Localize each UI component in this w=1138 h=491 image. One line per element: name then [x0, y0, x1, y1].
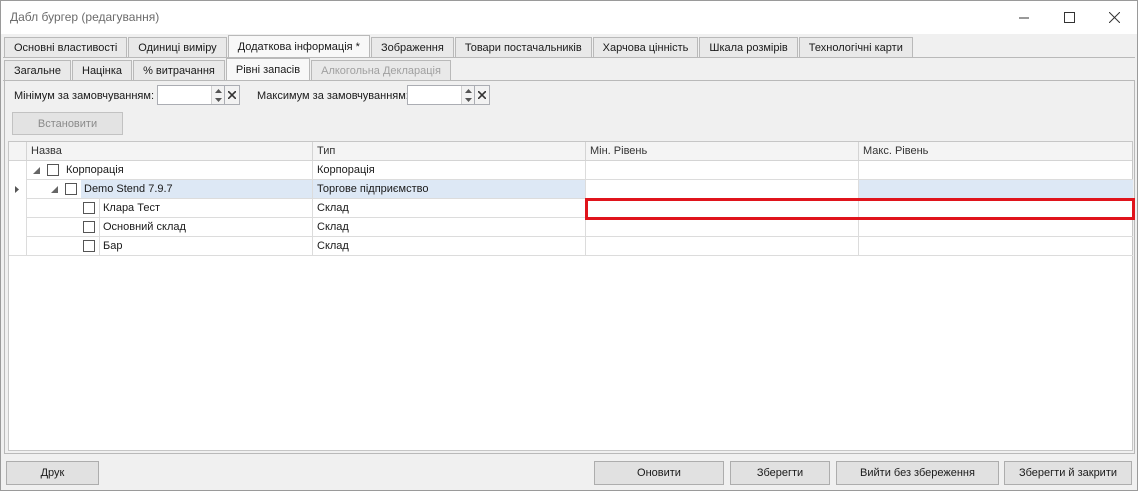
highlight-box: [585, 198, 1135, 220]
save-and-close-button[interactable]: Зберегти й закрити: [1004, 461, 1132, 485]
tab-supplier-goods[interactable]: Товари постачальників: [454, 37, 592, 57]
row-type: Склад: [313, 218, 586, 237]
collapse-icon[interactable]: [51, 186, 58, 193]
main-tab-row: Основні властивості Одиниці виміру Додат…: [4, 35, 914, 57]
collapse-icon[interactable]: [33, 167, 40, 174]
row-name: Demo Stend 7.9.7: [81, 180, 312, 198]
tab-tech-cards[interactable]: Технологічні карти: [798, 37, 913, 57]
stock-levels-panel: Мінімум за замовчуванням: Максимум за за…: [4, 81, 1135, 454]
tab-nutrition[interactable]: Харчова цінність: [592, 37, 699, 57]
max-level-cell[interactable]: [859, 180, 1133, 199]
subtab-consumption[interactable]: % витрачання: [133, 60, 225, 80]
column-min-level-header[interactable]: Мін. Рівень: [586, 142, 859, 160]
minimize-icon: [1018, 17, 1029, 19]
refresh-button[interactable]: Оновити: [594, 461, 724, 485]
row-indicator-header: [9, 142, 27, 160]
subtab-general[interactable]: Загальне: [4, 60, 71, 80]
exit-without-saving-button[interactable]: Вийти без збереження: [836, 461, 999, 485]
tab-size-scale[interactable]: Шкала розмірів: [699, 37, 798, 57]
min-level-cell[interactable]: [586, 218, 859, 237]
close-button[interactable]: [1091, 1, 1137, 34]
table-row[interactable]: Бар Склад: [9, 237, 1133, 256]
max-clear-button[interactable]: [474, 85, 490, 105]
max-level-cell[interactable]: [859, 237, 1133, 256]
subtab-alcohol-declaration: Алкогольна Декларація: [311, 60, 451, 80]
min-default-input[interactable]: [157, 85, 225, 105]
row-name: Клара Тест: [99, 199, 312, 217]
max-default-input[interactable]: [407, 85, 475, 105]
row-name: Корпорація: [66, 164, 124, 176]
min-level-cell[interactable]: [586, 237, 859, 256]
max-spin-up-icon[interactable]: [461, 86, 474, 95]
column-name-header[interactable]: Назва: [27, 142, 313, 160]
grid-header: Назва Тип Мін. Рівень Макс. Рівень: [9, 142, 1132, 161]
max-spin-down-icon[interactable]: [461, 95, 474, 104]
row-checkbox[interactable]: [47, 164, 59, 176]
table-row[interactable]: Основний склад Склад: [9, 218, 1133, 237]
row-type: Торгове підприємство: [313, 180, 586, 199]
current-row-indicator-icon: [15, 186, 19, 193]
min-spin-up-icon[interactable]: [211, 86, 224, 95]
row-name: Бар: [99, 237, 312, 255]
tab-main-properties[interactable]: Основні властивості: [4, 37, 128, 57]
subtab-stock-levels[interactable]: Рівні запасів: [225, 58, 311, 80]
min-level-cell[interactable]: [586, 161, 859, 180]
min-clear-button[interactable]: [224, 85, 240, 105]
max-level-cell[interactable]: [859, 161, 1133, 180]
clear-icon: [228, 91, 236, 99]
title-bar: Дабл бургер (редагування): [1, 1, 1137, 34]
table-row[interactable]: Demo Stend 7.9.7 Торгове підприємство: [9, 180, 1133, 199]
clear-icon: [478, 91, 486, 99]
row-type: Склад: [313, 199, 586, 218]
minimize-button[interactable]: [1001, 1, 1047, 34]
tab-additional-info[interactable]: Додаткова інформація *: [227, 35, 370, 57]
table-row[interactable]: Корпорація Корпорація: [9, 161, 1133, 180]
sub-tab-row: Загальне Націнка % витрачання Рівні запа…: [4, 58, 452, 80]
row-checkbox[interactable]: [65, 183, 77, 195]
print-button[interactable]: Друк: [6, 461, 99, 485]
row-checkbox[interactable]: [83, 221, 95, 233]
max-level-cell[interactable]: [859, 218, 1133, 237]
edit-window: Дабл бургер (редагування) Основні власти…: [0, 0, 1138, 491]
row-type: Корпорація: [313, 161, 586, 180]
row-type: Склад: [313, 237, 586, 256]
set-button[interactable]: Встановити: [12, 112, 123, 135]
column-max-level-header[interactable]: Макс. Рівень: [859, 142, 1133, 160]
close-icon: [1108, 12, 1120, 23]
row-checkbox[interactable]: [83, 240, 95, 252]
column-type-header[interactable]: Тип: [313, 142, 586, 160]
max-default-label: Максимум за замовчуванням:: [257, 90, 409, 102]
min-level-cell[interactable]: [586, 180, 859, 199]
row-name: Основний склад: [99, 218, 312, 236]
min-default-label: Мінімум за замовчуванням:: [14, 90, 155, 102]
row-checkbox[interactable]: [83, 202, 95, 214]
window-title: Дабл бургер (редагування): [10, 10, 160, 24]
maximize-button[interactable]: [1046, 1, 1092, 34]
tab-images[interactable]: Зображення: [370, 37, 454, 57]
stock-levels-grid: Назва Тип Мін. Рівень Макс. Рівень Корпо…: [8, 141, 1135, 451]
tab-units[interactable]: Одиниці виміру: [128, 37, 227, 57]
min-spin-down-icon[interactable]: [211, 95, 224, 104]
maximize-icon: [1063, 12, 1075, 23]
subtab-markup[interactable]: Націнка: [72, 60, 133, 80]
save-button[interactable]: Зберегти: [730, 461, 830, 485]
